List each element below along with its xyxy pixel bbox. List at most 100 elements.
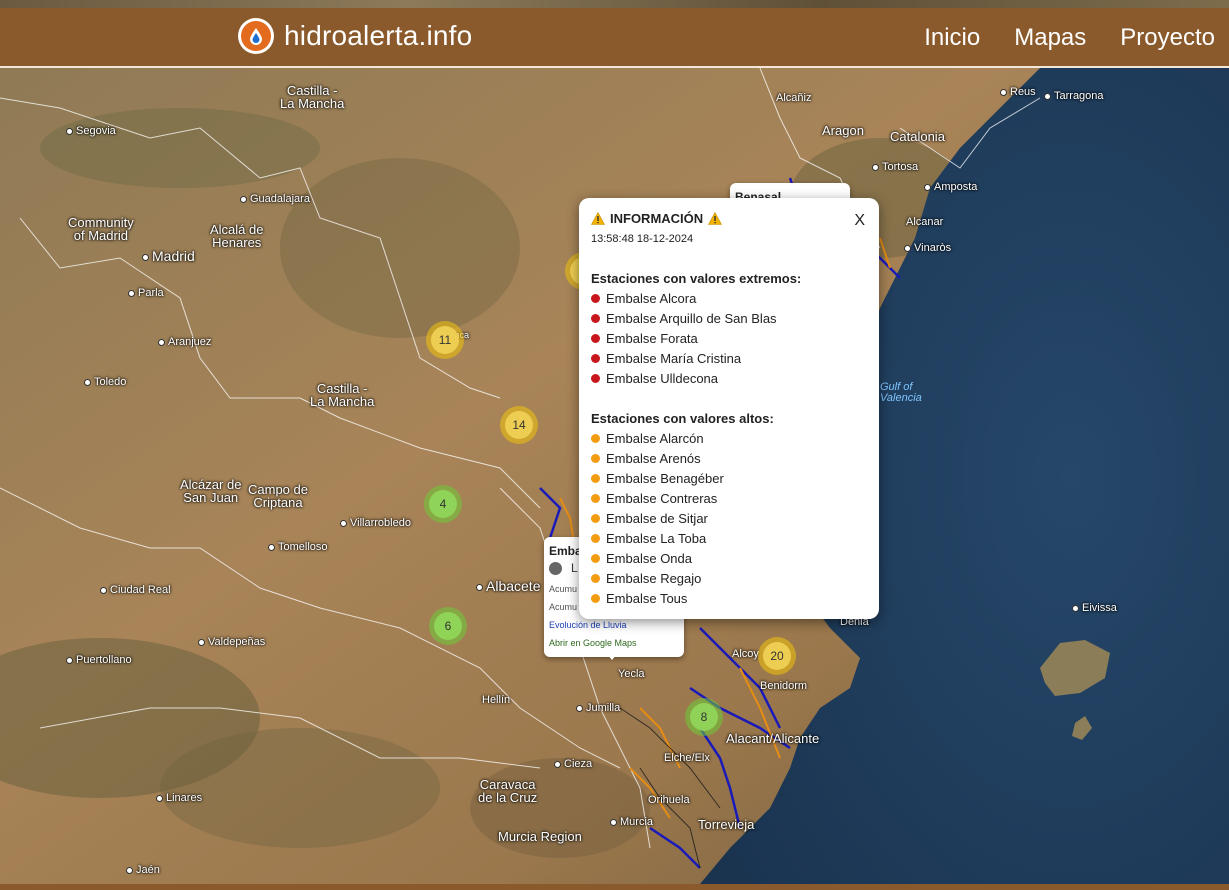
high-station: Embalse La Toba [591,531,706,546]
label-caravaca: Caravaca de la Cruz [478,777,538,805]
label-orihuela: Orihuela [648,794,690,806]
warning-icon [708,212,723,225]
nav-inicio[interactable]: Inicio [924,24,980,52]
high-station: Embalse Contreras [591,491,717,506]
red-dot-icon [591,354,600,363]
orange-dot-icon [591,594,600,603]
cluster-marker[interactable]: 6 [429,607,467,645]
label-tomelloso: Tomelloso [268,541,328,553]
footer-strip [0,884,1229,890]
orange-dot-icon [591,494,600,503]
label-ciudad-real: Ciudad Real [100,584,171,596]
high-station: Embalse de Sitjar [591,511,708,526]
red-dot-icon [591,294,600,303]
high-station: Embalse Benagéber [591,471,724,486]
label-valdepenas: Valdepeñas [198,636,265,648]
extreme-station: Embalse Alcora [591,291,696,306]
logo[interactable]: hidroalerta.info [238,18,472,54]
label-community-madrid: Community of Madrid [68,215,134,243]
nav-mapas[interactable]: Mapas [1014,24,1086,52]
cluster-marker[interactable]: 14 [500,406,538,444]
high-station: Embalse Arenós [591,451,701,466]
orange-dot-icon [591,534,600,543]
high-station: Embalse Onda [591,551,692,566]
label-murcia-region: Murcia Region [498,829,582,844]
label-alcazar: Alcázar de San Juan [180,477,242,505]
label-catalonia: Catalonia [890,129,945,144]
cluster-marker[interactable]: 4 [424,485,462,523]
label-toledo: Toledo [84,376,126,388]
google-maps-link[interactable]: Abrir en Google Maps [549,638,637,648]
orange-dot-icon [591,434,600,443]
label-alcaniz: Alcañiz [776,92,812,104]
label-jaen: Jaén [126,864,160,876]
popup-tip [604,650,620,660]
label-torrevieja: Torrevieja [698,817,755,832]
red-dot-icon [591,334,600,343]
label-linares: Linares [156,792,202,804]
high-section-title: Estaciones con valores altos: [591,411,774,426]
label-alcala: Alcalá de Henares [210,222,264,250]
label-tarragona: Tarragona [1044,90,1104,102]
red-dot-icon [591,314,600,323]
water-drop-logo-icon [238,18,274,54]
label-alicante: Alacant/Alicante [726,731,820,746]
label-cieza: Cieza [554,758,592,770]
label-gulf-valencia: Gulf of Valencia [880,381,922,404]
station-detail-name: Emba [549,544,582,558]
high-station: Embalse Alarcón [591,431,704,446]
extreme-section-title: Estaciones con valores extremos: [591,271,802,286]
orange-dot-icon [591,574,600,583]
label-madrid: Madrid [142,248,195,264]
extreme-station: Embalse María Cristina [591,351,741,366]
label-vinaros: Vinaròs [904,242,951,254]
cluster-marker[interactable]: 11 [426,321,464,359]
label-segovia: Segovia [66,125,116,137]
warning-icon [591,212,605,225]
label-yecla: Yecla [618,668,645,680]
main-nav: Inicio Mapas Proyecto [924,24,1215,52]
label-albacete: Albacete [476,578,540,594]
label-amposta: Amposta [924,181,977,193]
cluster-marker[interactable]: 8 [685,698,723,736]
orange-dot-icon [591,454,600,463]
rain-evolution-link[interactable]: Evolución de Lluvia [549,620,627,630]
label-hellin: Hellín [482,694,511,706]
label-murcia: Murcia [610,816,653,828]
info-popup: X INFORMACIÓN 13:58:48 18-12-2024 Estaci… [579,198,879,619]
station-detail-legend: L [549,561,578,575]
extreme-station: Embalse Arquillo de San Blas [591,311,777,326]
orange-dot-icon [591,474,600,483]
site-title[interactable]: hidroalerta.info [284,20,472,52]
label-reus: Reus [1000,86,1036,98]
grey-status-icon [549,561,562,575]
label-aranjuez: Aranjuez [158,336,211,348]
map-strip-top [0,0,1229,8]
label-tortosa: Tortosa [872,161,918,173]
high-station: Embalse Tous [591,591,687,606]
label-benidorm: Benidorm [760,680,808,692]
label-castilla-north: Castilla - La Mancha [280,83,345,111]
red-dot-icon [591,374,600,383]
label-elche: Elche/Elx [664,752,710,764]
label-guadalajara: Guadalajara [240,193,310,205]
label-parla: Parla [128,287,164,299]
label-alcoy: Alcoy [732,648,759,660]
popup-timestamp: 13:58:48 18-12-2024 [591,233,694,245]
station-detail-accum-2: Acumu [549,602,578,612]
extreme-station: Embalse Ulldecona [591,371,718,386]
orange-dot-icon [591,554,600,563]
site-header: hidroalerta.info Inicio Mapas Proyecto [0,8,1229,68]
label-aragon: Aragon [822,123,864,138]
close-button[interactable]: X [854,212,865,230]
extreme-station: Embalse Forata [591,331,698,346]
label-castilla-mid: Castilla - La Mancha [310,381,375,409]
popup-title: INFORMACIÓN [591,211,723,226]
nav-proyecto[interactable]: Proyecto [1120,24,1215,52]
orange-dot-icon [591,514,600,523]
label-jumilla: Jumilla [576,702,620,714]
label-villarrobledo: Villarrobledo [340,517,411,529]
high-station: Embalse Regajo [591,571,701,586]
cluster-marker[interactable]: 20 [758,637,796,675]
label-alcanar: Alcanar [906,216,944,228]
